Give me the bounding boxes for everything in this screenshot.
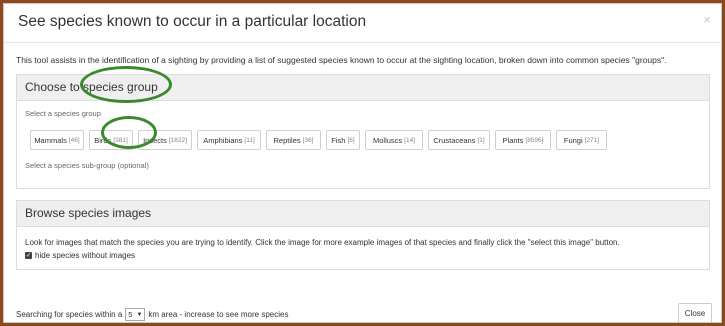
dropdown-arrow-icon: ▼ xyxy=(136,311,143,318)
group-count: [1822] xyxy=(168,136,187,144)
species-dialog: See species known to occur in a particul… xyxy=(3,3,722,323)
checkbox-checked-icon[interactable]: ✓ xyxy=(25,252,32,259)
group-button-molluscs[interactable]: Molluscs [14] xyxy=(365,130,423,150)
select-subgroup-label: Select a species sub-group (optional) xyxy=(25,161,149,170)
group-name: Crustaceans xyxy=(433,135,476,145)
group-count: [11] xyxy=(244,136,255,144)
hide-without-images-row[interactable]: ✓ hide species without images xyxy=(25,251,135,260)
group-name: Birds xyxy=(94,135,112,145)
group-name: Fish xyxy=(331,135,346,145)
search-radius-suffix: km area - increase to see more species xyxy=(148,310,289,319)
radius-select[interactable]: 5 ▼ xyxy=(125,308,146,321)
group-button-insects[interactable]: Insects [1822] xyxy=(138,130,192,150)
group-button-crustaceans[interactable]: Crustaceans [1] xyxy=(428,130,490,150)
group-button-amphibians[interactable]: Amphibians [11] xyxy=(197,130,261,150)
group-button-fish[interactable]: Fish [6] xyxy=(326,130,360,150)
dialog-title: See species known to occur in a particul… xyxy=(18,13,367,30)
group-count: [8596] xyxy=(525,136,544,144)
group-count: [14] xyxy=(404,136,416,144)
select-group-label: Select a species group xyxy=(25,109,101,118)
group-button-plants[interactable]: Plants [8596] xyxy=(495,130,551,150)
browse-images-description: Look for images that match the species y… xyxy=(25,238,620,247)
species-group-panel: Choose to species group Select a species… xyxy=(16,74,710,189)
group-button-reptiles[interactable]: Reptiles [36] xyxy=(266,130,321,150)
dialog-header: See species known to occur in a particul… xyxy=(4,4,721,43)
browse-images-panel-header: Browse species images xyxy=(17,201,709,227)
group-button-mammals[interactable]: Mammals [46] xyxy=(30,130,84,150)
species-group-panel-header: Choose to species group xyxy=(17,75,709,101)
group-button-fungi[interactable]: Fungi [271] xyxy=(556,130,607,150)
close-button[interactable]: Close xyxy=(678,303,712,322)
group-name: Fungi xyxy=(563,135,583,145)
group-count: [271] xyxy=(584,136,600,144)
group-button-birds[interactable]: Birds [381] xyxy=(89,130,133,150)
species-group-panel-title: Choose to species group xyxy=(25,80,158,94)
search-radius-row: Searching for species within a 5 ▼ km ar… xyxy=(16,308,288,321)
group-name: Molluscs xyxy=(372,135,403,145)
hide-without-images-label: hide species without images xyxy=(35,251,136,260)
group-count: [1] xyxy=(477,136,485,144)
browse-images-panel-title: Browse species images xyxy=(25,206,152,220)
close-icon[interactable]: × xyxy=(703,12,711,27)
group-name: Reptiles xyxy=(273,135,301,145)
group-name: Insects xyxy=(143,135,167,145)
group-count: [46] xyxy=(68,136,80,144)
group-name: Plants xyxy=(502,135,524,145)
group-name: Amphibians xyxy=(203,135,243,145)
group-name: Mammals xyxy=(34,135,67,145)
group-count: [36] xyxy=(302,136,314,144)
group-count: [381] xyxy=(113,136,128,144)
radius-value: 5 xyxy=(128,310,133,319)
group-count: [6] xyxy=(347,136,355,144)
browse-images-panel: Browse species images Look for images th… xyxy=(16,200,710,270)
intro-text: This tool assists in the identification … xyxy=(16,55,667,65)
search-radius-prefix: Searching for species within a xyxy=(16,310,123,319)
